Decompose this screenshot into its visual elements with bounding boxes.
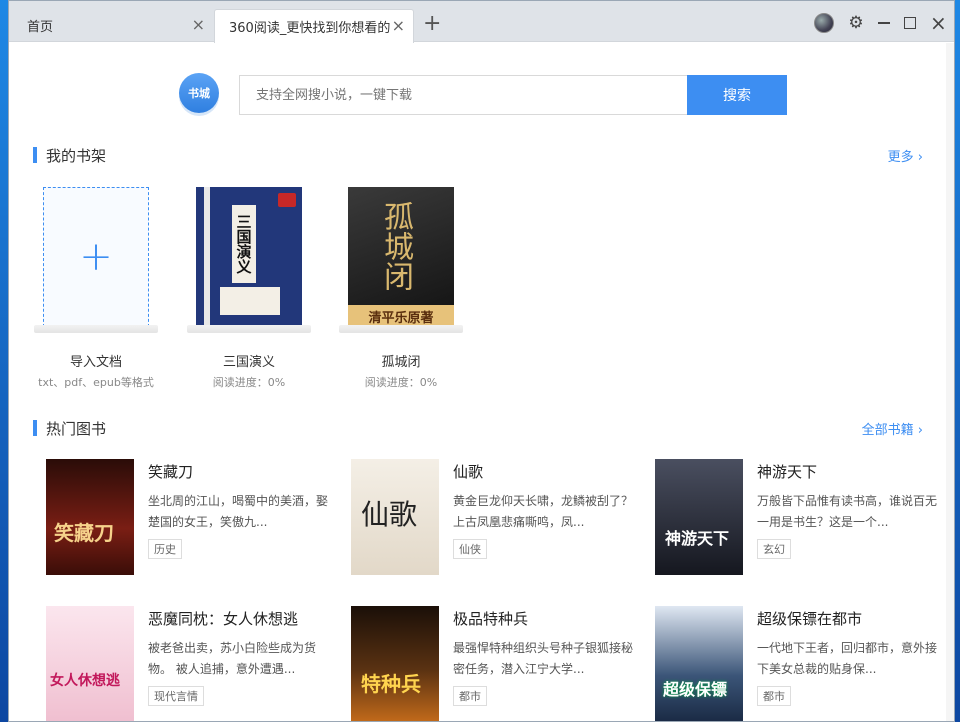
tab-home[interactable]: 首页 × bbox=[13, 9, 213, 42]
cover-title: 笑藏刀 bbox=[54, 521, 114, 545]
shelf-item-sub: 阅读进度：0% bbox=[212, 376, 286, 389]
list-item[interactable]: 女人休想逃 恶魔同枕：女人休想逃 被老爸出卖，苏小白险些成为货物。 被人追捕，意… bbox=[46, 606, 336, 721]
import-box[interactable]: + bbox=[43, 187, 149, 327]
book-desc: 坐北周的江山，喝蜀中的美酒，娶楚国的女王，笑傲九... bbox=[148, 494, 328, 529]
book-tag[interactable]: 现代言情 bbox=[148, 686, 204, 706]
book-cover-sanguo[interactable]: 三国演义 bbox=[196, 187, 302, 327]
tab-label: 首页 bbox=[27, 20, 54, 35]
book-title[interactable]: 笑藏刀 bbox=[148, 461, 193, 482]
shelf-base bbox=[187, 325, 311, 333]
shelf-base bbox=[339, 325, 463, 333]
cover-title: 孤城闭 bbox=[378, 201, 413, 291]
close-icon[interactable]: × bbox=[192, 17, 205, 33]
list-item[interactable]: 特种兵 极品特种兵 最强悍特种组织头号种子银狐接秘密任务，潜入江宁大学... 都… bbox=[351, 606, 641, 721]
plus-icon: + bbox=[79, 234, 113, 280]
shelf-header: 我的书架 更多 › bbox=[33, 145, 923, 165]
close-window-icon[interactable]: × bbox=[930, 11, 947, 35]
book-cover-gucheng[interactable]: 孤城闭 清平乐原著 bbox=[348, 187, 454, 327]
list-item[interactable]: 笑藏刀 笑藏刀 坐北周的江山，喝蜀中的美酒，娶楚国的女王，笑傲九... 历史 bbox=[46, 459, 336, 577]
search-button[interactable]: 搜索 bbox=[687, 75, 787, 115]
book-title[interactable]: 神游天下 bbox=[757, 461, 817, 482]
minimize-icon[interactable] bbox=[878, 22, 890, 24]
book-title[interactable]: 极品特种兵 bbox=[453, 608, 528, 629]
tab-360-reading[interactable]: 360阅读_更快找到你想看的 × bbox=[214, 9, 414, 43]
hot-title: 热门图书 bbox=[46, 420, 107, 438]
cover-band: 清平乐原著 bbox=[348, 305, 454, 327]
list-item[interactable]: 超级保镖 超级保镖在都市 一代地下王者，回归都市，意外接下美女总裁的贴身保...… bbox=[655, 606, 945, 721]
book-cover[interactable]: 神游天下 bbox=[655, 459, 743, 575]
search-input[interactable] bbox=[239, 75, 687, 115]
list-item[interactable]: 神游天下 神游天下 万般皆下品惟有读书高，谁说百无一用是书生？这是一个... 玄… bbox=[655, 459, 945, 577]
book-tag[interactable]: 玄幻 bbox=[757, 539, 791, 559]
list-item[interactable]: 仙歌 仙歌 黄金巨龙仰天长啸，龙鳞被刮了？ 上古凤凰悲痛嘶鸣，凤... 仙侠 bbox=[351, 459, 641, 577]
cover-title: 三国演义 bbox=[232, 205, 256, 283]
cover-title: 仙歌 bbox=[361, 498, 418, 531]
cover-title: 女人休想逃 bbox=[50, 673, 120, 689]
avatar[interactable] bbox=[814, 13, 834, 33]
scrollbar[interactable] bbox=[946, 43, 954, 721]
book-title[interactable]: 恶魔同枕：女人休想逃 bbox=[148, 608, 298, 629]
shelf-item-name: 三国演义 bbox=[222, 355, 275, 370]
shelf-base bbox=[34, 325, 158, 333]
browser-window: 首页 × 360阅读_更快找到你想看的 × + ⚙ × 书城 搜索 我的书架 更… bbox=[8, 0, 955, 722]
book-title[interactable]: 超级保镖在都市 bbox=[757, 608, 862, 629]
shelf-more-link[interactable]: 更多 › bbox=[888, 146, 923, 165]
new-tab-icon[interactable]: + bbox=[423, 11, 441, 37]
close-icon[interactable]: × bbox=[392, 18, 405, 34]
book-tag[interactable]: 历史 bbox=[148, 539, 182, 559]
book-tag[interactable]: 都市 bbox=[757, 686, 791, 706]
section-marker bbox=[33, 147, 37, 163]
hot-header: 热门图书 全部书籍 › bbox=[33, 418, 923, 438]
book-desc: 被老爸出卖，苏小白险些成为货物。 被人追捕，意外遭遇... bbox=[148, 641, 317, 676]
shelf-item-sub: 阅读进度：0% bbox=[364, 376, 438, 389]
shelf-title: 我的书架 bbox=[46, 147, 107, 165]
cover-title: 神游天下 bbox=[665, 529, 730, 548]
main-content: 书城 搜索 我的书架 更多 › + 导入文档 txt、pdf、epub等格式 三… bbox=[9, 43, 954, 721]
book-desc: 黄金巨龙仰天长啸，龙鳞被刮了？ 上古凤凰悲痛嘶鸣，凤... bbox=[453, 494, 633, 529]
window-controls: ⚙ × bbox=[814, 11, 947, 35]
maximize-icon[interactable] bbox=[904, 17, 916, 29]
gear-icon[interactable]: ⚙ bbox=[848, 13, 864, 33]
section-marker bbox=[33, 420, 37, 436]
cover-title: 特种兵 bbox=[361, 672, 421, 696]
book-cover[interactable]: 女人休想逃 bbox=[46, 606, 134, 721]
tab-label: 360阅读_更快找到你想看的 bbox=[229, 21, 391, 36]
bookstore-logo[interactable]: 书城 bbox=[179, 73, 219, 113]
book-title[interactable]: 仙歌 bbox=[453, 461, 483, 482]
title-bar: 首页 × 360阅读_更快找到你想看的 × + ⚙ × bbox=[9, 1, 954, 43]
shelf-item-name: 导入文档 bbox=[69, 355, 122, 370]
cover-title: 超级保镖 bbox=[663, 680, 728, 699]
book-cover[interactable]: 特种兵 bbox=[351, 606, 439, 721]
book-tag[interactable]: 仙侠 bbox=[453, 539, 487, 559]
book-desc: 一代地下王者，回归都市，意外接下美女总裁的贴身保... bbox=[757, 641, 937, 676]
book-cover[interactable]: 仙歌 bbox=[351, 459, 439, 575]
book-tag[interactable]: 都市 bbox=[453, 686, 487, 706]
book-cover[interactable]: 超级保镖 bbox=[655, 606, 743, 721]
book-cover[interactable]: 笑藏刀 bbox=[46, 459, 134, 575]
book-desc: 最强悍特种组织头号种子银狐接秘密任务，潜入江宁大学... bbox=[453, 641, 633, 676]
shelf-item-sub: txt、pdf、epub等格式 bbox=[38, 376, 154, 389]
shelf-item-name: 孤城闭 bbox=[381, 355, 421, 370]
book-desc: 万般皆下品惟有读书高，谁说百无一用是书生？这是一个... bbox=[757, 494, 937, 529]
hot-more-link[interactable]: 全部书籍 › bbox=[862, 419, 923, 438]
